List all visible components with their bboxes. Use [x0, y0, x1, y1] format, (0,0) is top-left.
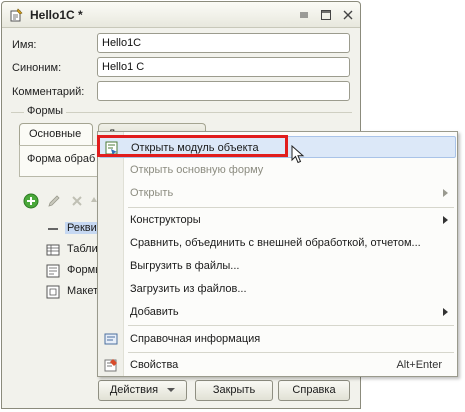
actions-button[interactable]: Действия — [98, 380, 187, 401]
maximize-button[interactable] — [315, 5, 335, 24]
help-info-icon — [104, 333, 118, 345]
form-processing-label: Форма обраб — [27, 153, 96, 165]
menu-item-compare-merge[interactable]: Сравнить, объединить с внешней обработко… — [99, 232, 456, 254]
actions-button-label: Действия — [109, 384, 159, 396]
window-title: Hello1C * — [30, 8, 83, 22]
menu-separator — [128, 325, 454, 326]
menu-item-open[interactable]: Открыть — [99, 182, 456, 204]
menu-item-label: Справочная информация — [130, 333, 261, 345]
title-bar[interactable]: Hello1C * — [2, 2, 360, 28]
properties-icon — [104, 359, 117, 372]
menu-item-label: Сравнить, объединить с внешней обработко… — [130, 237, 421, 249]
edit-icon[interactable] — [46, 193, 62, 209]
menu-item-label: Загрузить из файлов... — [130, 283, 247, 295]
close-icon — [343, 10, 353, 20]
tree-item-label: Рекви — [65, 222, 99, 234]
menu-item-add[interactable]: Добавить — [99, 301, 456, 323]
close-form-button[interactable]: Закрыть — [195, 380, 273, 401]
close-button-label: Закрыть — [212, 384, 256, 396]
menu-item-dump-to-files[interactable]: Выгрузить в файлы... — [99, 255, 456, 277]
name-field[interactable] — [97, 33, 350, 53]
forms-group-title: Формы — [24, 105, 67, 117]
name-label: Имя: — [12, 39, 37, 51]
tab-main[interactable]: Основные — [19, 123, 93, 145]
table-icon — [46, 244, 60, 256]
synonym-label: Синоним: — [12, 62, 62, 74]
maximize-icon — [321, 10, 331, 20]
options-icon — [300, 12, 308, 18]
comment-field[interactable] — [97, 81, 350, 101]
menu-separator — [128, 352, 454, 353]
mouse-cursor-icon — [291, 145, 305, 164]
submenu-arrow-icon — [443, 216, 448, 224]
menu-item-properties[interactable]: Свойства Alt+Enter — [99, 354, 456, 376]
menu-item-open-main-form[interactable]: Открыть основную форму — [99, 159, 456, 181]
comment-label: Комментарий: — [12, 86, 85, 98]
context-menu: Открыть модуль объекта Открыть основную … — [97, 131, 458, 377]
menu-item-label: Конструкторы — [130, 214, 201, 226]
help-button[interactable]: Справка — [278, 380, 350, 401]
menu-separator — [128, 207, 454, 208]
add-icon[interactable] — [23, 193, 39, 209]
menu-item-help-info[interactable]: Справочная информация — [99, 328, 456, 350]
tab-main-label: Основные — [29, 128, 82, 140]
menu-item-label: Выгрузить в файлы... — [130, 260, 240, 272]
attribute-icon — [48, 228, 58, 230]
form-icon — [46, 264, 60, 278]
processing-object-icon — [10, 8, 23, 22]
tree-item-label: Макет — [67, 285, 99, 297]
synonym-field[interactable] — [97, 57, 350, 77]
submenu-arrow-icon — [443, 189, 448, 197]
highlight-callout — [97, 135, 288, 157]
submenu-arrow-icon — [443, 308, 448, 316]
close-button[interactable] — [337, 5, 357, 24]
menu-item-label: Открыть основную форму — [130, 164, 264, 176]
chevron-down-icon — [167, 388, 176, 393]
structure-tree: Рекви Таблич Формы Макет — [19, 215, 103, 305]
options-button[interactable] — [293, 5, 313, 24]
delete-icon[interactable] — [69, 193, 85, 209]
menu-item-label: Свойства — [130, 359, 179, 371]
template-icon — [46, 285, 60, 299]
menu-item-shortcut: Alt+Enter — [396, 359, 442, 371]
help-button-label: Справка — [292, 384, 336, 396]
menu-item-constructors[interactable]: Конструкторы — [99, 209, 456, 231]
menu-item-label: Добавить — [130, 306, 179, 318]
menu-item-label: Открыть — [130, 187, 174, 199]
menu-item-load-from-files[interactable]: Загрузить из файлов... — [99, 278, 456, 300]
